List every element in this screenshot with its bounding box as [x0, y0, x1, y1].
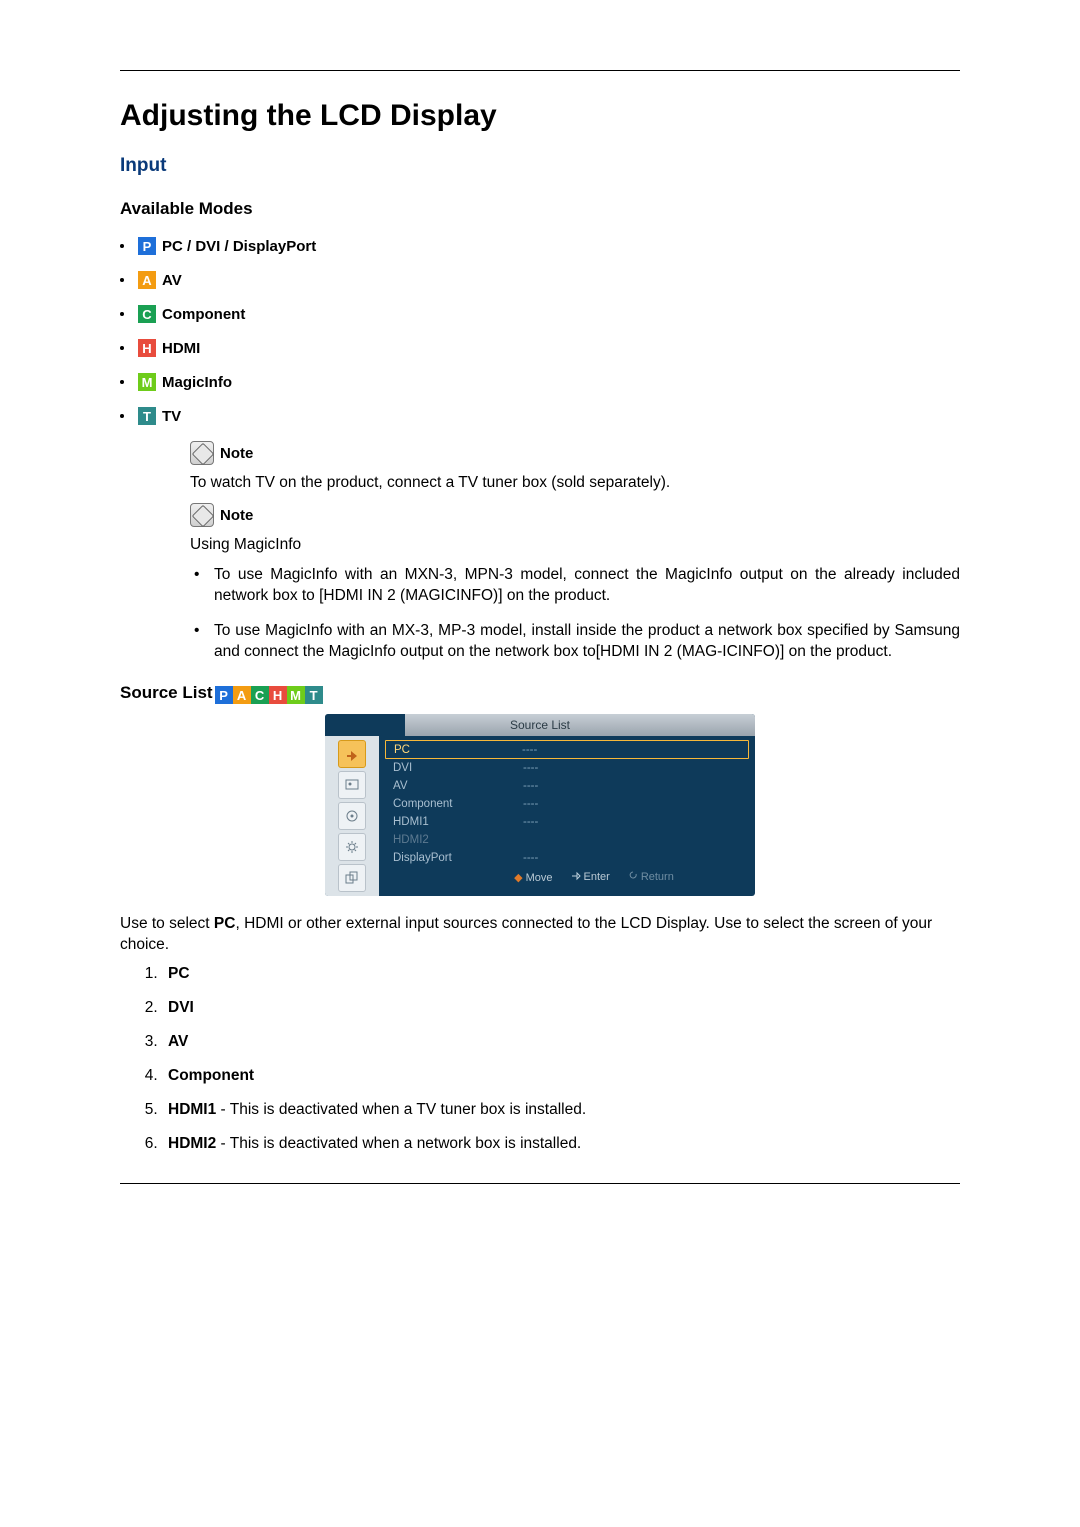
osd-side-icon-picture — [338, 771, 366, 799]
osd-footer-move: Move — [526, 872, 553, 884]
source-list-badges: PACHMT — [215, 686, 323, 704]
a-icon: A — [233, 686, 251, 704]
mode-label: TV — [162, 408, 181, 425]
note-2-bullet: To use MagicInfo with an MXN-3, MPN-3 mo… — [190, 565, 960, 607]
note-2-intro: Using MagicInfo — [190, 535, 960, 555]
mode-item-tv: T TV — [120, 407, 960, 425]
note-2-bullet: To use MagicInfo with an MX-3, MP-3 mode… — [190, 621, 960, 663]
source-item: PC — [162, 965, 960, 983]
p-icon: P — [215, 686, 233, 704]
osd-row: DisplayPort---- — [379, 849, 755, 867]
mode-label: Component — [162, 306, 245, 323]
osd-row-value: ---- — [523, 798, 538, 810]
source-item: Component — [162, 1067, 960, 1085]
section-input: Input — [120, 155, 960, 177]
osd-row-value: ---- — [523, 780, 538, 792]
source-list-enumeration: PC DVI AV Component HDMI1 - This is deac… — [120, 965, 960, 1153]
source-extra: - This is deactivated when a network box… — [216, 1135, 581, 1152]
osd-row-label: AV — [393, 780, 523, 792]
mode-label: MagicInfo — [162, 374, 232, 391]
desc-post: , HDMI or other external input sources c… — [120, 915, 932, 952]
osd-row-label: Component — [393, 798, 523, 810]
source-extra: - This is deactivated when a TV tuner bo… — [216, 1101, 586, 1118]
source-item: HDMI2 - This is deactivated when a netwo… — [162, 1135, 960, 1153]
c-icon: C — [138, 305, 156, 323]
osd-row-value: ---- — [522, 744, 537, 756]
note-label: Note — [220, 445, 253, 462]
osd-row: DVI---- — [379, 759, 755, 777]
osd-side-icon-setup — [338, 833, 366, 861]
osd-side-icon-sound — [338, 802, 366, 830]
available-modes-heading: Available Modes — [120, 199, 960, 219]
source-name: PC — [168, 965, 190, 982]
mode-item-hdmi: H HDMI — [120, 339, 960, 357]
osd-row: HDMI1---- — [379, 813, 755, 831]
osd-side-icon-input — [338, 740, 366, 768]
source-item: DVI — [162, 999, 960, 1017]
h-icon: H — [138, 339, 156, 357]
note-icon — [190, 441, 214, 465]
t-icon: T — [138, 407, 156, 425]
osd-footer-return: Return — [641, 871, 674, 883]
page-title: Adjusting the LCD Display — [120, 99, 960, 133]
mode-item-av: A AV — [120, 271, 960, 289]
source-name: AV — [168, 1033, 188, 1050]
osd-row-label: PC — [394, 744, 522, 756]
source-list-description: Use to select PC, HDMI or other external… — [120, 914, 960, 954]
osd-row: AV---- — [379, 777, 755, 795]
osd-row-value: ---- — [523, 852, 538, 864]
osd-row-value: ---- — [523, 762, 538, 774]
osd-row-value: ---- — [523, 816, 538, 828]
osd-side-icon-multi — [338, 864, 366, 892]
mode-item-pc: P PC / DVI / DisplayPort — [120, 237, 960, 255]
source-list-heading: Source ListPACHMT — [120, 683, 960, 705]
mode-item-magicinfo: M MagicInfo — [120, 373, 960, 391]
source-item: HDMI1 - This is deactivated when a TV tu… — [162, 1101, 960, 1119]
source-item: AV — [162, 1033, 960, 1051]
osd-row-label: HDMI1 — [393, 816, 523, 828]
source-name: HDMI2 — [168, 1135, 216, 1152]
p-icon: P — [138, 237, 156, 255]
note-icon — [190, 503, 214, 527]
mode-label: AV — [162, 272, 182, 289]
mode-label: HDMI — [162, 340, 200, 357]
osd-footer-enter: Enter — [584, 871, 610, 883]
source-name: Component — [168, 1067, 254, 1084]
h-icon: H — [269, 686, 287, 704]
osd-source-rows: PC---- DVI---- AV---- Component---- HDMI… — [379, 736, 755, 896]
c-icon: C — [251, 686, 269, 704]
mode-label: PC / DVI / DisplayPort — [162, 238, 316, 255]
osd-row-label: DVI — [393, 762, 523, 774]
t-icon: T — [305, 686, 323, 704]
osd-footer: ◆Move Enter Return — [379, 867, 755, 887]
osd-sidebar — [325, 736, 379, 896]
osd-row: Component---- — [379, 795, 755, 813]
note-label: Note — [220, 507, 253, 524]
m-icon: M — [138, 373, 156, 391]
source-list-label: Source List — [120, 683, 213, 702]
desc-pre: Use to select — [120, 915, 214, 932]
a-icon: A — [138, 271, 156, 289]
note-2-bullets: To use MagicInfo with an MXN-3, MPN-3 mo… — [190, 565, 960, 663]
osd-title: Source List — [325, 714, 755, 736]
desc-bold: PC — [214, 915, 236, 932]
osd-row: PC---- — [385, 740, 749, 759]
available-modes-list: P PC / DVI / DisplayPort A AV C Componen… — [120, 237, 960, 425]
m-icon: M — [287, 686, 305, 704]
source-name: DVI — [168, 999, 194, 1016]
osd-row-label: DisplayPort — [393, 852, 523, 864]
osd-row-label: HDMI2 — [393, 834, 523, 846]
source-name: HDMI1 — [168, 1101, 216, 1118]
osd-row: HDMI2 — [379, 831, 755, 849]
mode-item-component: C Component — [120, 305, 960, 323]
osd-screenshot: Source List PC---- DVI---- AV---- Compon… — [325, 714, 755, 896]
note-1-text: To watch TV on the product, connect a TV… — [190, 473, 960, 493]
